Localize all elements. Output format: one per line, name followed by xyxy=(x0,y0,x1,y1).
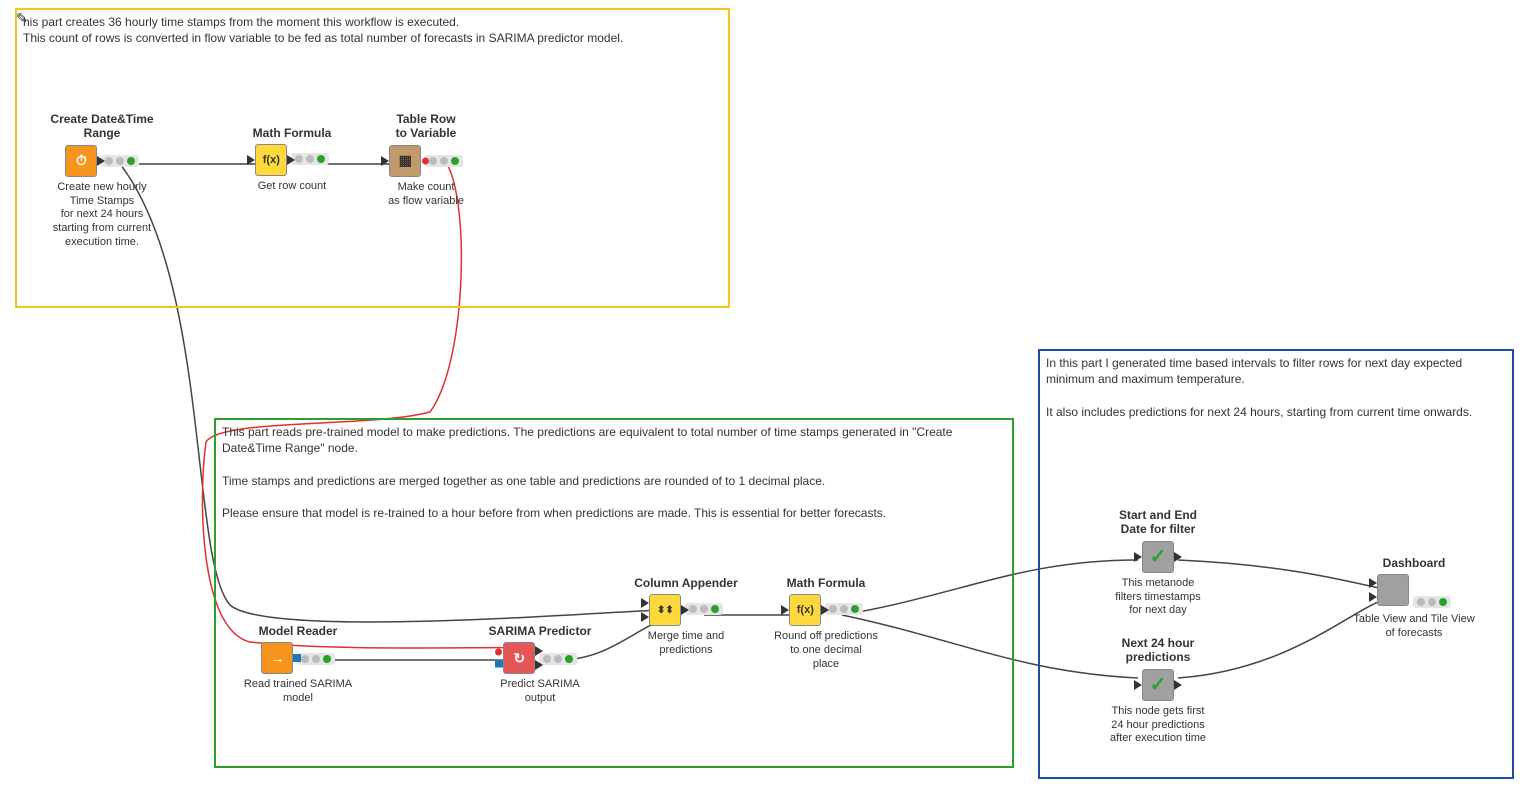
reader-icon: → xyxy=(261,642,293,674)
status-indicator xyxy=(539,653,577,665)
metanode-icon xyxy=(1377,574,1409,606)
model-output-port[interactable] xyxy=(293,654,301,662)
input-port-bottom[interactable] xyxy=(1369,592,1377,602)
metanode-dashboard[interactable]: Dashboard Table View and Tile View of fo… xyxy=(1334,556,1494,641)
output-port[interactable] xyxy=(681,605,689,615)
input-port[interactable] xyxy=(781,605,789,615)
status-indicator xyxy=(685,603,723,615)
node-desc: Predict SARIMA output xyxy=(470,678,610,706)
input-port[interactable] xyxy=(381,156,389,166)
node-title: Model Reader xyxy=(228,624,368,638)
input-port-top[interactable] xyxy=(1369,578,1377,588)
node-desc: This metanode filters timestamps for nex… xyxy=(1088,577,1228,618)
status-indicator xyxy=(825,603,863,615)
node-title: Next 24 hour predictions xyxy=(1088,636,1228,665)
metanode-icon: ✓ xyxy=(1142,541,1174,573)
annotation-yellow-text: his part creates 36 hourly time stamps f… xyxy=(23,15,623,45)
node-title: Column Appender xyxy=(616,576,756,590)
node-title: Math Formula xyxy=(756,576,896,590)
model-input-port[interactable] xyxy=(495,660,503,668)
node-desc: Table View and Tile View of forecasts xyxy=(1334,613,1494,641)
node-desc: Round off predictions to one decimal pla… xyxy=(756,630,896,671)
table-to-var-icon: ▦ xyxy=(389,145,421,177)
node-title: Dashboard xyxy=(1334,556,1494,570)
input-port-bottom[interactable] xyxy=(641,612,649,622)
status-indicator xyxy=(291,153,329,165)
metanode-next-24h[interactable]: Next 24 hour predictions ✓ This node get… xyxy=(1088,636,1228,746)
node-desc: Make count as flow variable xyxy=(356,181,496,209)
status-indicator xyxy=(1413,596,1451,608)
status-indicator xyxy=(297,653,335,665)
status-indicator xyxy=(425,155,463,167)
status-indicator xyxy=(101,155,139,167)
node-title: Math Formula xyxy=(232,126,352,140)
output-port[interactable] xyxy=(1174,680,1182,690)
input-port[interactable] xyxy=(1134,680,1142,690)
workflow-canvas[interactable]: his part creates 36 hourly time stamps f… xyxy=(0,0,1536,789)
formula-icon: f(x) xyxy=(789,594,821,626)
node-desc: Create new hourly Time Stamps for next 2… xyxy=(32,181,172,250)
node-desc: Read trained SARIMA model xyxy=(228,678,368,706)
node-desc: This node gets first 24 hour predictions… xyxy=(1088,705,1228,746)
annotation-green-text: This part reads pre-trained model to mak… xyxy=(222,425,952,520)
node-title: SARIMA Predictor xyxy=(470,624,610,638)
input-port[interactable] xyxy=(1134,552,1142,562)
formula-icon: f(x) xyxy=(255,144,287,176)
node-title: Table Row to Variable xyxy=(356,112,496,141)
node-math-formula-round[interactable]: Math Formula f(x) Round off predictions … xyxy=(756,576,896,672)
clock-icon: ⏱ xyxy=(65,145,97,177)
node-sarima-predictor[interactable]: SARIMA Predictor ↻ Predict SARIMA output xyxy=(470,624,610,706)
input-port-top[interactable] xyxy=(641,598,649,608)
node-title: Create Date&Time Range xyxy=(32,112,172,141)
node-desc: Merge time and predictions xyxy=(616,630,756,658)
node-column-appender[interactable]: Column Appender ⬍⬍ Merge time and predic… xyxy=(616,576,756,658)
output-port[interactable] xyxy=(535,646,543,656)
output-port-2[interactable] xyxy=(535,660,543,670)
node-create-datetime-range[interactable]: Create Date&Time Range ⏱ Create new hour… xyxy=(32,112,172,250)
input-port[interactable] xyxy=(247,155,255,165)
node-desc: Get row count xyxy=(232,180,352,194)
edit-annotation-icon[interactable]: ✎ xyxy=(16,10,28,27)
node-model-reader[interactable]: Model Reader → Read trained SARIMA model xyxy=(228,624,368,706)
metanode-icon: ✓ xyxy=(1142,669,1174,701)
output-port[interactable] xyxy=(287,155,295,165)
node-math-formula-rowcount[interactable]: Math Formula f(x) Get row count xyxy=(232,126,352,194)
node-table-row-to-variable[interactable]: Table Row to Variable ▦ Make count as fl… xyxy=(356,112,496,208)
variable-input-port[interactable] xyxy=(495,649,502,656)
output-port[interactable] xyxy=(821,605,829,615)
appender-icon: ⬍⬍ xyxy=(649,594,681,626)
output-port[interactable] xyxy=(1174,552,1182,562)
metanode-start-end-date[interactable]: Start and End Date for filter ✓ This met… xyxy=(1088,508,1228,618)
variable-output-port[interactable] xyxy=(422,157,429,164)
output-port[interactable] xyxy=(97,156,105,166)
annotation-blue-text: In this part I generated time based inte… xyxy=(1046,356,1472,419)
node-title: Start and End Date for filter xyxy=(1088,508,1228,537)
predictor-icon: ↻ xyxy=(503,642,535,674)
